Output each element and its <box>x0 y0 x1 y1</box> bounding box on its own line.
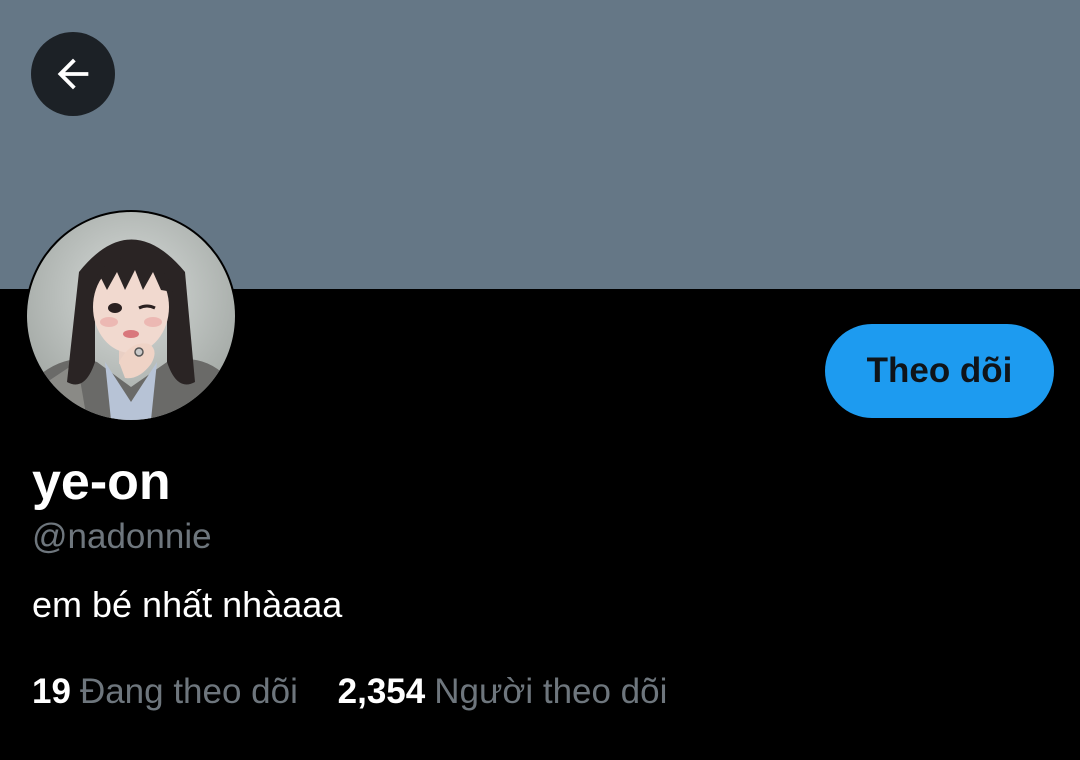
arrow-left-icon <box>57 58 89 90</box>
followers-count: 2,354 <box>337 672 426 711</box>
follow-button-label: Theo dõi <box>866 351 1013 390</box>
following-stat-link[interactable]: 19 Đang theo dõi <box>32 670 298 714</box>
profile-screen: Theo dõi ye-on @nadonnie em bé nhất nhàa… <box>0 0 1080 760</box>
avatar-frame <box>25 210 237 422</box>
display-name: ye-on <box>32 453 171 511</box>
profile-bio: em bé nhất nhàaaa <box>32 584 343 625</box>
user-handle: @nadonnie <box>32 517 212 556</box>
follow-button[interactable]: Theo dõi <box>825 324 1054 418</box>
following-count: 19 <box>32 672 71 711</box>
profile-stats: 19 Đang theo dõi 2,354 Người theo dõi <box>32 670 667 714</box>
followers-stat-link[interactable]: 2,354 Người theo dõi <box>338 670 668 714</box>
following-label: Đang theo dõi <box>79 672 298 711</box>
followers-label: Người theo dõi <box>434 672 668 711</box>
back-button[interactable] <box>31 32 115 116</box>
avatar[interactable] <box>27 212 235 420</box>
